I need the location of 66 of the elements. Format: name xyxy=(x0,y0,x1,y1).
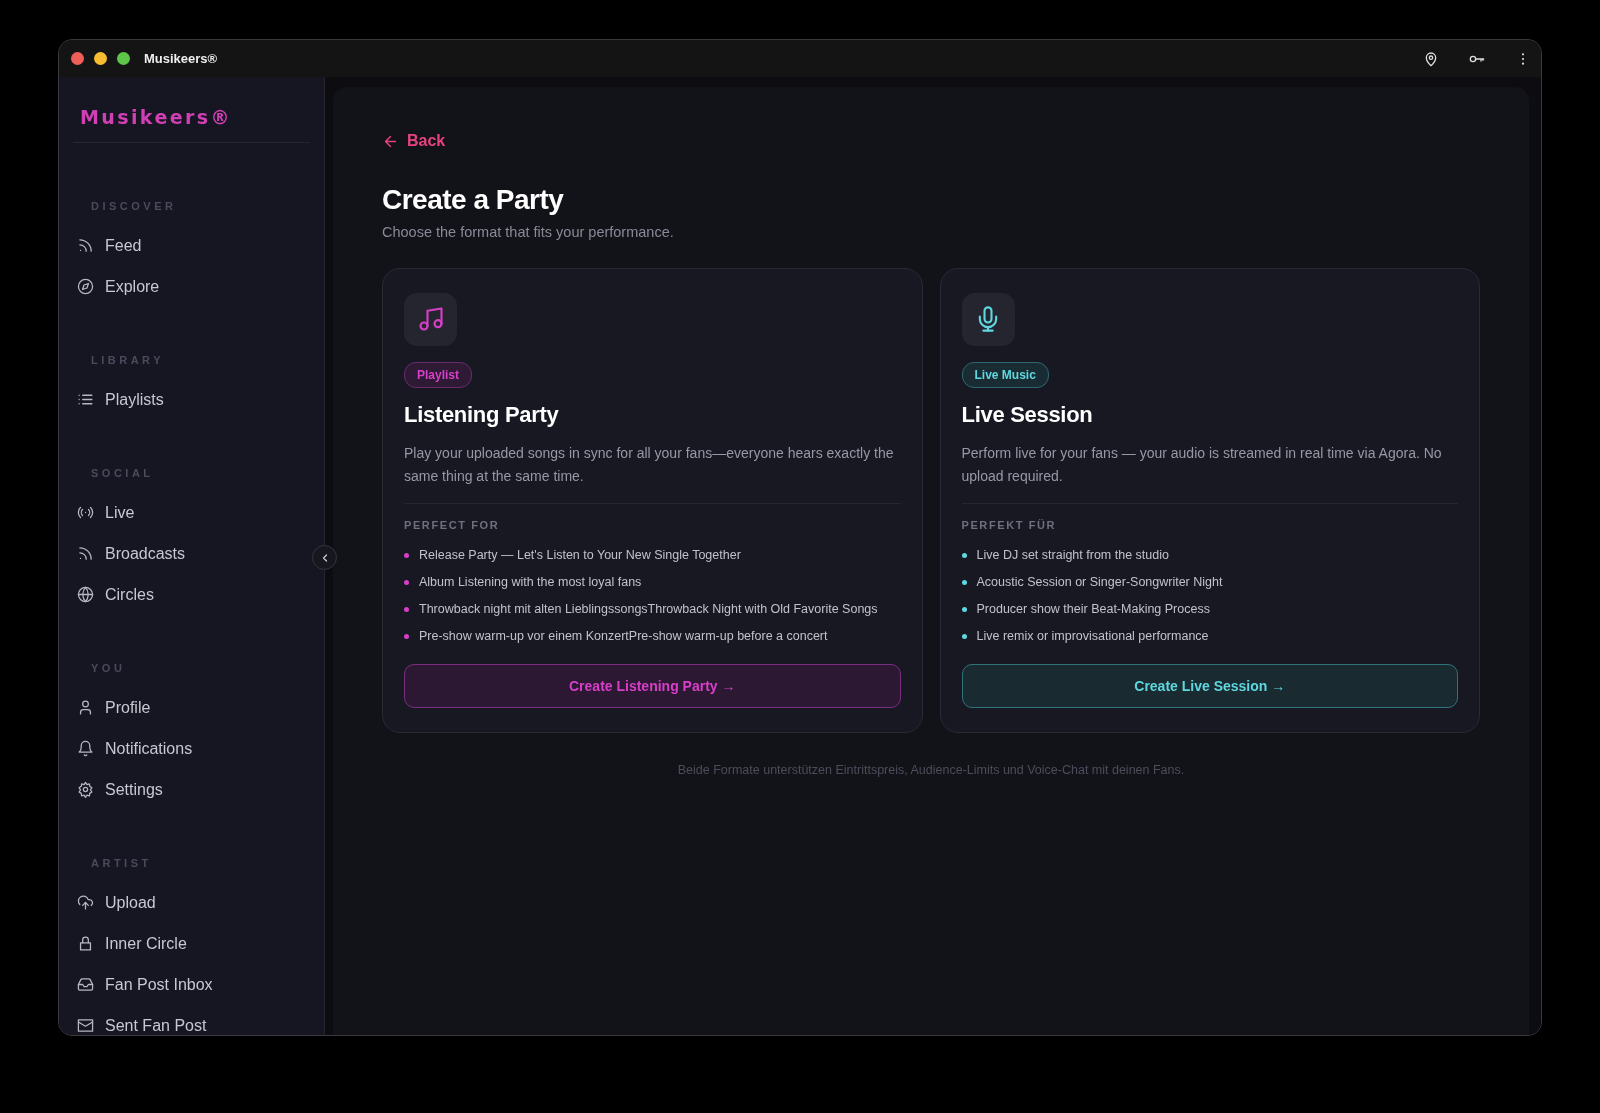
rss-icon xyxy=(77,237,94,254)
bullet-dot xyxy=(961,606,967,612)
inbox-icon xyxy=(77,976,94,993)
rss-icon xyxy=(77,545,94,562)
list-item: Acoustic Session or Singer-Songwriter Night xyxy=(976,575,1223,589)
lock-icon xyxy=(77,935,94,952)
sidebar-item[interactable]: Fan Post Inbox xyxy=(73,964,310,1005)
bullet-dot xyxy=(961,579,967,585)
window-title: Musikeers® xyxy=(144,51,218,66)
cloud-upload-icon xyxy=(77,894,94,911)
category-badge: Live Music xyxy=(961,361,1049,388)
bullet-dot xyxy=(404,633,409,639)
list-item: Release Party — Let's Listen to Your New Single Together xyxy=(419,548,741,562)
sidebar-item[interactable]: Upload xyxy=(73,882,310,923)
bullet-dot xyxy=(961,552,967,558)
globe-icon xyxy=(77,586,94,603)
section-heading: YOU xyxy=(90,662,127,674)
sidebar-item[interactable]: Inner Circle xyxy=(73,923,310,964)
maximize-button[interactable] xyxy=(117,52,130,65)
sidebar-item[interactable]: Playlists xyxy=(73,379,310,420)
card-title: Live Session xyxy=(961,401,1093,428)
bell-icon xyxy=(77,740,94,757)
sidebar-item[interactable]: Profile xyxy=(73,687,310,728)
page-subtitle: Choose the format that fits your performance. xyxy=(382,223,675,240)
section-heading: SOCIAL xyxy=(90,467,155,479)
section-heading: DISCOVER xyxy=(90,200,178,212)
sidebar-item[interactable]: Feed xyxy=(73,225,310,266)
card-description: Perform live for your fans — your audio is streamed in real time via Agora. No upload required. xyxy=(961,443,1443,486)
broadcast-icon xyxy=(77,504,94,521)
section-heading: ARTIST xyxy=(90,857,153,869)
list-item: Album Listening with the most loyal fans xyxy=(419,575,642,589)
page-title: Create a Party xyxy=(382,183,565,216)
card-description: Play your uploaded songs in sync for all your fans—everyone hears exactly the same thing at the same time. xyxy=(404,443,895,486)
sidebar-item[interactable]: Circles xyxy=(73,574,310,615)
card-title: Listening Party xyxy=(404,401,559,428)
list-item: Live remix or improvisational performance xyxy=(976,629,1209,643)
envelope-icon xyxy=(77,1017,94,1034)
bullet-dot xyxy=(404,606,409,612)
location-pin-icon[interactable] xyxy=(1423,50,1439,67)
list-heading: PERFEKT FÜR xyxy=(961,518,1057,531)
sidebar-item[interactable]: Settings xyxy=(73,769,310,810)
compass-icon xyxy=(77,278,94,295)
settings-icon xyxy=(77,781,94,798)
back-link[interactable]: Back xyxy=(382,132,446,150)
bullet-dot xyxy=(404,579,409,585)
sidebar-item[interactable]: Broadcasts xyxy=(73,533,310,574)
sidebar-item[interactable]: Notifications xyxy=(73,728,310,769)
bullet-dot xyxy=(404,552,409,558)
list-item: Pre-show warm-up vor einem KonzertPre-show warm-up before a concert xyxy=(419,629,828,643)
category-badge: Playlist xyxy=(404,361,473,388)
list-item: Producer show their Beat-Making Process xyxy=(976,602,1210,616)
sidebar-item[interactable]: Sent Fan Post xyxy=(73,1005,310,1035)
create-button[interactable]: Create Listening Party → xyxy=(404,663,901,708)
bullet-dot xyxy=(961,633,967,639)
footnote: Beide Formate unterstützen Eintrittspreis, Audience-Limits und Voice-Chat mit deinen Fans. xyxy=(676,762,1186,777)
sidebar-item[interactable]: Explore xyxy=(73,266,310,307)
close-button[interactable] xyxy=(71,52,84,65)
logo: Musikeers® xyxy=(79,105,233,130)
list-heading: PERFECT FOR xyxy=(404,518,500,531)
person-icon xyxy=(77,699,94,716)
minimize-button[interactable] xyxy=(94,52,107,65)
section-heading: LIBRARY xyxy=(90,354,165,366)
list-item: Throwback night mit alten LieblingssongsThrowback Night with Old Favorite Songs xyxy=(419,602,878,616)
sidebar-item[interactable]: Live xyxy=(73,492,310,533)
create-button[interactable]: Create Live Session → xyxy=(961,663,1458,708)
list-item: Live DJ set straight from the studio xyxy=(976,548,1169,562)
